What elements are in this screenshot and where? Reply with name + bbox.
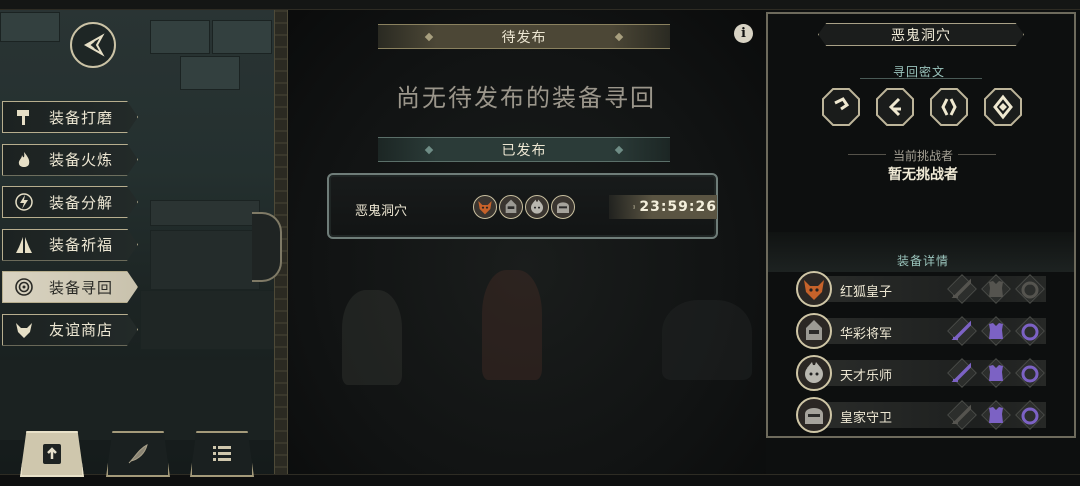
challenger-label: 当前挑战者 <box>892 149 953 163</box>
armor-icon <box>985 404 1007 426</box>
fox-emperor-avatar <box>796 271 832 307</box>
weapon-icon <box>951 278 973 300</box>
musician-avatar <box>525 195 549 219</box>
menu-item-4[interactable]: 装备祈福 <box>2 228 138 261</box>
countdown-timer: 23:59:26 <box>609 195 717 219</box>
dark-cave-background <box>282 0 768 486</box>
cipher-rune-2-icon[interactable] <box>875 87 915 127</box>
feather-icon <box>128 444 148 464</box>
pending-section-header: 待发布 <box>378 24 670 49</box>
published-entry-avatars <box>473 195 575 219</box>
menu-item-label: 友谊商店 <box>49 321 114 339</box>
hero-row[interactable]: 红狐皇子 <box>796 271 1046 307</box>
list-tab-button[interactable] <box>190 431 254 477</box>
hammer-icon <box>11 105 37 129</box>
published-entry-card[interactable]: 恶鬼洞穴 23:59:26 <box>327 173 718 239</box>
hero-name: 华彩将军 <box>840 327 893 342</box>
guard-avatar <box>551 195 575 219</box>
armor-icon <box>985 362 1007 384</box>
pending-header-label: 待发布 <box>501 29 547 46</box>
weapon-icon <box>951 362 973 384</box>
menu-item-label: 装备祈福 <box>49 236 114 254</box>
pending-empty-message: 尚无待发布的装备寻回 <box>396 84 656 112</box>
menu-item-label: 装备火炼 <box>49 151 114 169</box>
hero-name: 天才乐师 <box>840 369 893 384</box>
list-icon <box>213 446 231 461</box>
general-avatar <box>499 195 523 219</box>
top-border <box>0 0 1080 10</box>
equipment-detail-label: 装备详情 <box>896 254 949 268</box>
flame-icon <box>11 148 37 172</box>
detail-title: 恶鬼洞穴 <box>891 27 951 44</box>
hourglass-icon <box>633 205 636 209</box>
menu-item-6[interactable]: 友谊商店 <box>2 313 138 346</box>
cipher-rune-3-icon[interactable] <box>929 87 969 127</box>
hero-row[interactable]: 天才乐师 <box>796 355 1046 391</box>
cipher-label-underline <box>860 78 982 79</box>
published-header-label: 已发布 <box>501 142 547 159</box>
menu-item-label: 装备分解 <box>49 193 114 212</box>
menu-item-1[interactable]: 装备打磨 <box>2 101 138 133</box>
lightning-icon <box>11 190 37 214</box>
published-entry-name: 恶鬼洞穴 <box>355 204 408 219</box>
timer-value: 23:59:26 <box>639 199 717 215</box>
spiral-icon <box>11 275 37 299</box>
detail-title-bar: 恶鬼洞穴 <box>818 23 1024 46</box>
menu-item-label: 装备打磨 <box>49 108 114 127</box>
hero-name: 皇家守卫 <box>840 411 893 426</box>
back-button[interactable] <box>70 22 116 68</box>
armor-icon <box>985 320 1007 342</box>
menu-item-3[interactable]: 装备分解 <box>2 186 138 218</box>
ring-icon <box>1019 278 1041 300</box>
guard-avatar <box>796 397 832 433</box>
hero-row[interactable]: 皇家守卫 <box>796 397 1046 433</box>
menu-item-2[interactable]: 装备火炼 <box>2 143 138 176</box>
cipher-rune-1-icon[interactable] <box>821 87 861 127</box>
weapon-icon <box>951 404 973 426</box>
challenger-value: 暂无挑战者 <box>888 167 958 183</box>
weapon-icon <box>951 320 973 342</box>
fox-emblem-icon <box>11 318 37 342</box>
pray-hands-icon <box>11 233 37 257</box>
hero-row[interactable]: 华彩将军 <box>796 313 1046 349</box>
ring-icon <box>1019 404 1041 426</box>
side-collapse-tab[interactable] <box>252 212 282 282</box>
fox-emperor-avatar <box>473 195 497 219</box>
publish-upload-icon <box>43 444 61 464</box>
published-section-header: 已发布 <box>378 137 670 162</box>
info-icon[interactable]: i <box>734 24 753 43</box>
armor-icon <box>985 278 1007 300</box>
menu-item-5[interactable]: 装备寻回 <box>2 271 138 303</box>
ring-icon <box>1019 362 1041 384</box>
musician-avatar <box>796 355 832 391</box>
publish-tab-button[interactable] <box>20 431 84 477</box>
feather-tab-button[interactable] <box>106 431 170 477</box>
cipher-rune-4-icon[interactable] <box>983 87 1023 127</box>
emblem-back-icon <box>83 33 105 57</box>
general-avatar <box>796 313 832 349</box>
menu-item-label: 装备寻回 <box>49 278 114 297</box>
ring-icon <box>1019 320 1041 342</box>
hero-name: 红狐皇子 <box>840 285 893 300</box>
